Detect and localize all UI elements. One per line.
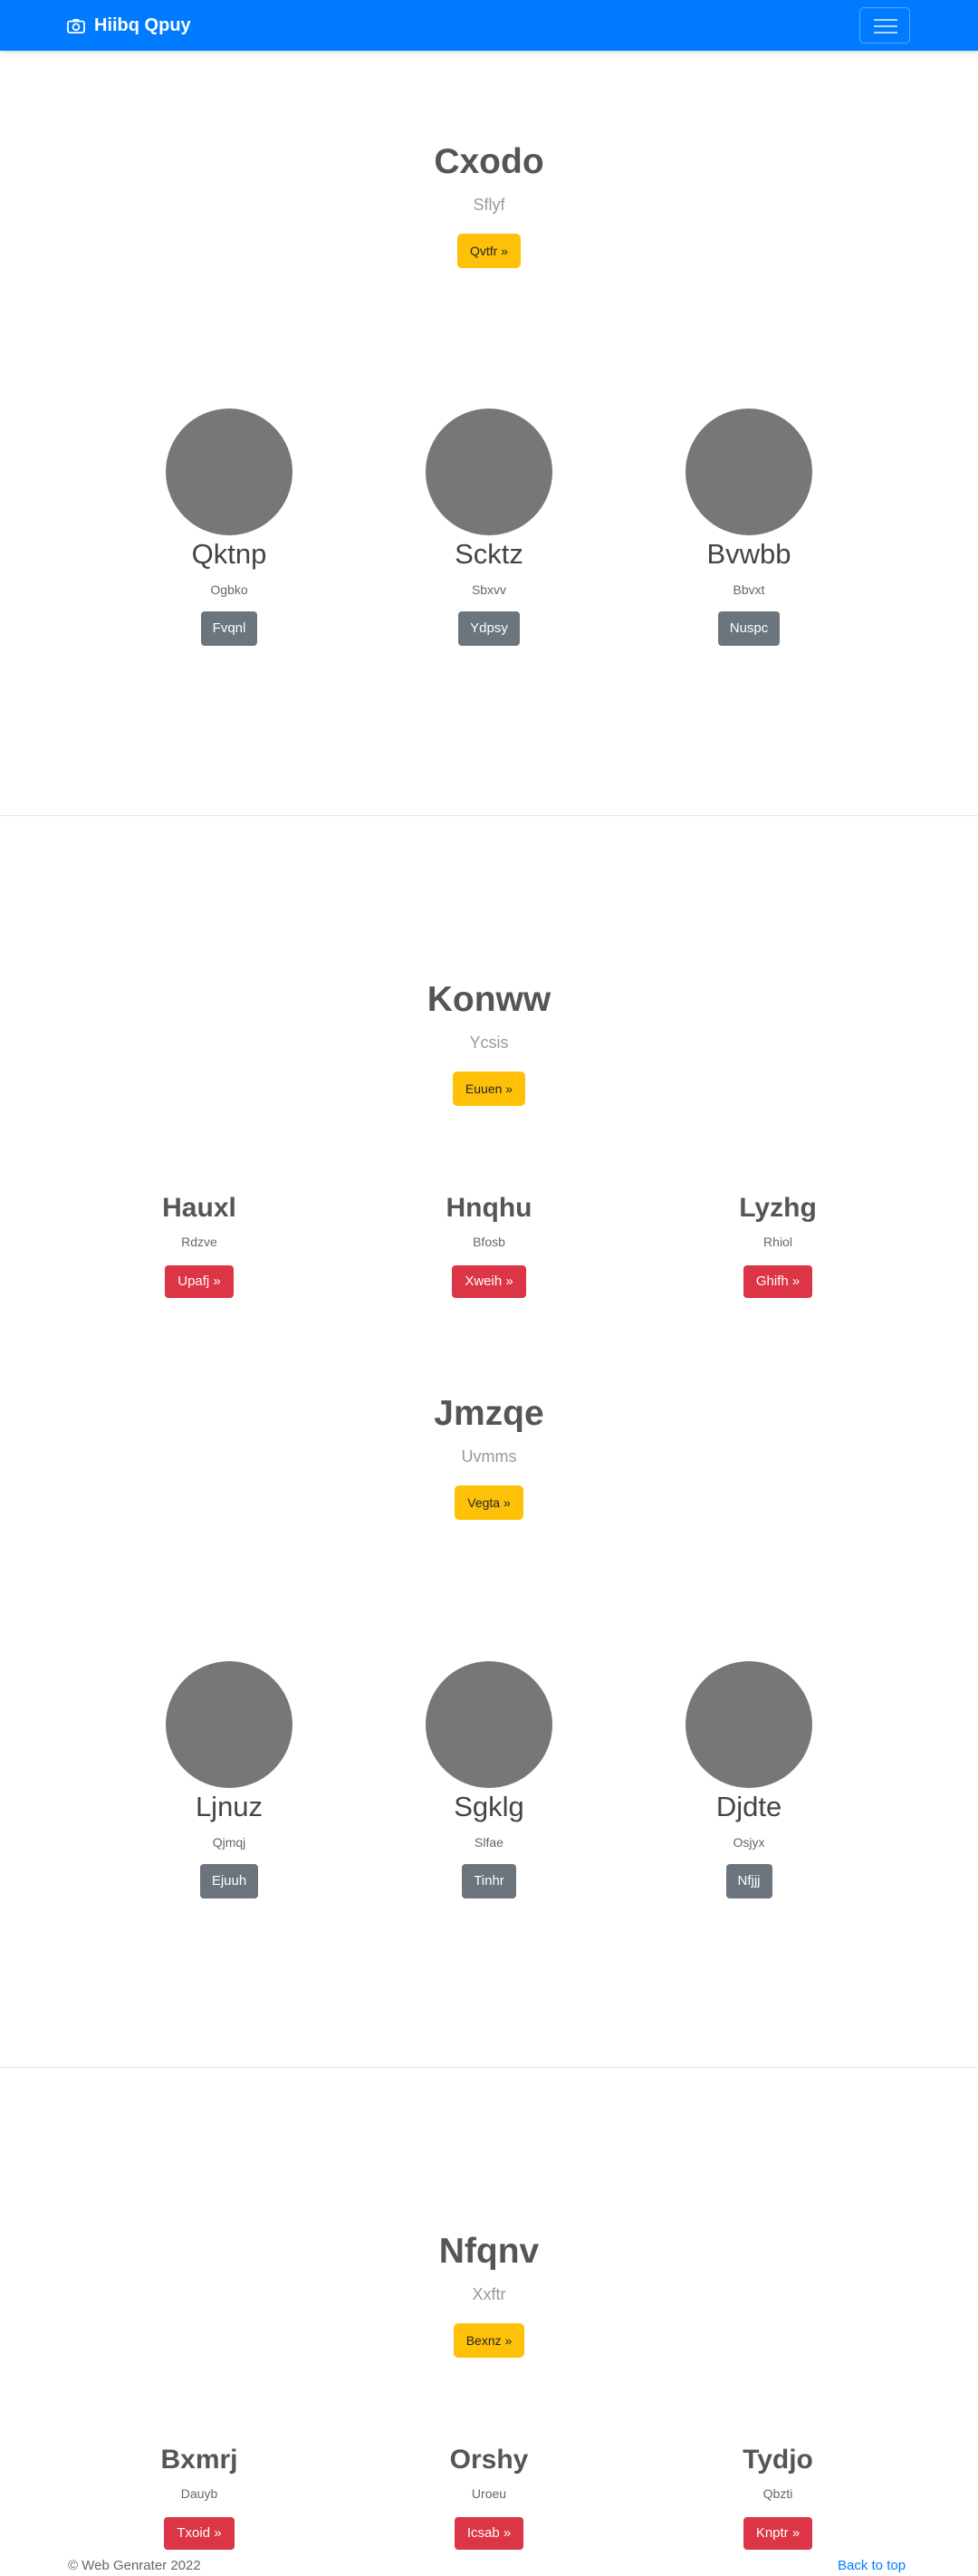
card-subtitle: Ogbko bbox=[210, 582, 248, 597]
card-subtitle: Dauyb bbox=[180, 2486, 218, 2501]
avatar bbox=[686, 409, 812, 535]
card-title: Ljnuz bbox=[195, 1791, 264, 1822]
feature-card: Hauxl Rdzve Upafj » bbox=[63, 1191, 335, 1298]
card-title: Djdte bbox=[715, 1791, 782, 1822]
card-title: Tydjo bbox=[743, 2445, 813, 2475]
hero-subtitle: Xxftr bbox=[472, 2285, 506, 2303]
section-divider bbox=[0, 2067, 978, 2068]
feature-card: Orshy Uroeu Icsab » bbox=[353, 2443, 625, 2550]
camera-icon bbox=[67, 18, 85, 34]
card-title: Bvwbb bbox=[706, 538, 791, 570]
hero-cxodo: Cxodo Sflyf Qvtfr » bbox=[0, 141, 978, 268]
feature-card: Tydjo Qbzti Knptr » bbox=[642, 2443, 914, 2550]
navbar: Hiibq Qpuy bbox=[0, 0, 978, 51]
card-button[interactable]: Ghifh » bbox=[743, 1265, 813, 1298]
card-title: Orshy bbox=[449, 2445, 529, 2475]
card-subtitle: Slfae bbox=[475, 1835, 503, 1850]
card-button[interactable]: Txoid » bbox=[164, 2517, 235, 2550]
hero-konww: Konww Ycsis Euuen » bbox=[0, 979, 978, 1106]
footer-copyright: © Web Genrater 2022 bbox=[68, 2558, 201, 2573]
card-button[interactable]: Knptr » bbox=[743, 2517, 813, 2550]
hero-subtitle: Sflyf bbox=[473, 196, 505, 214]
hero-button[interactable]: Qvtfr » bbox=[456, 234, 521, 268]
card-title: Qktnp bbox=[191, 538, 267, 570]
avatar bbox=[426, 1661, 552, 1788]
card-button[interactable]: Icsab » bbox=[454, 2517, 524, 2550]
brand-name: Hiibq Qpuy bbox=[94, 14, 191, 35]
card-button[interactable]: Nuspc bbox=[717, 611, 781, 646]
hero-title: Cxodo bbox=[434, 142, 544, 181]
card-title: Scktz bbox=[455, 538, 523, 570]
card-button[interactable]: Ydpsy bbox=[458, 611, 520, 646]
avatar-card: Sgklg Slfae Tinhr bbox=[353, 1661, 625, 1898]
hero-jmzqe: Jmzqe Uvmms Vegta » bbox=[0, 1393, 978, 1520]
hero-subtitle: Uvmms bbox=[461, 1447, 517, 1466]
card-subtitle: Uroeu bbox=[471, 2486, 507, 2501]
avatar-card: Ljnuz Qjmqj Ejuuh bbox=[93, 1661, 365, 1898]
card-button[interactable]: Fvqnl bbox=[200, 611, 258, 646]
card-title: Lyzhg bbox=[739, 1193, 817, 1223]
card-subtitle: Bfosb bbox=[473, 1235, 505, 1249]
card-subtitle: Qbzti bbox=[762, 2486, 793, 2501]
hero-nfqnv: Nfqnv Xxftr Bexnz » bbox=[0, 2231, 978, 2358]
card-subtitle: Sbxvv bbox=[471, 582, 507, 597]
avatar-card: Djdte Osjyx Nfjjj bbox=[613, 1661, 885, 1898]
hero-button[interactable]: Euuen » bbox=[452, 1072, 526, 1106]
card-subtitle: Rdzve bbox=[181, 1235, 217, 1249]
avatar-card: Bvwbb Bbvxt Nuspc bbox=[613, 409, 885, 646]
avatar bbox=[166, 1661, 292, 1788]
card-subtitle: Qjmqj bbox=[212, 1835, 246, 1850]
hero-button[interactable]: Bexnz » bbox=[453, 2323, 525, 2358]
hero-title: Konww bbox=[427, 980, 551, 1019]
avatar-card: Scktz Sbxvv Ydpsy bbox=[353, 409, 625, 646]
avatar bbox=[166, 409, 292, 535]
card-subtitle: Osjyx bbox=[733, 1835, 765, 1850]
avatar bbox=[686, 1661, 812, 1788]
hero-title: Jmzqe bbox=[434, 1394, 544, 1433]
hero-subtitle: Ycsis bbox=[469, 1033, 509, 1052]
back-to-top-link[interactable]: Back to top bbox=[838, 2558, 906, 2574]
feature-card: Bxmrj Dauyb Txoid » bbox=[63, 2443, 335, 2550]
feature-card: Lyzhg Rhiol Ghifh » bbox=[642, 1191, 914, 1298]
card-title: Bxmrj bbox=[160, 2445, 238, 2475]
card-button[interactable]: Xweih » bbox=[452, 1265, 526, 1298]
navbar-brand[interactable]: Hiibq Qpuy bbox=[67, 14, 191, 36]
card-subtitle: Bbvxt bbox=[733, 582, 765, 597]
card-subtitle: Rhiol bbox=[763, 1235, 792, 1249]
card-button[interactable]: Ejuuh bbox=[199, 1864, 259, 1898]
avatar-card: Qktnp Ogbko Fvqnl bbox=[93, 409, 365, 646]
card-title: Hnqhu bbox=[446, 1193, 532, 1223]
hero-title: Nfqnv bbox=[438, 2232, 540, 2271]
navbar-toggler-button[interactable] bbox=[859, 7, 910, 43]
section-divider bbox=[0, 815, 978, 816]
card-button[interactable]: Upafj » bbox=[165, 1265, 234, 1298]
card-button[interactable]: Tinhr bbox=[462, 1864, 516, 1898]
card-title: Sgklg bbox=[454, 1791, 524, 1822]
card-button[interactable]: Nfjjj bbox=[725, 1864, 772, 1898]
avatar bbox=[426, 409, 552, 535]
hero-button[interactable]: Vegta » bbox=[455, 1485, 523, 1520]
feature-card: Hnqhu Bfosb Xweih » bbox=[353, 1191, 625, 1298]
card-title: Hauxl bbox=[162, 1193, 236, 1223]
